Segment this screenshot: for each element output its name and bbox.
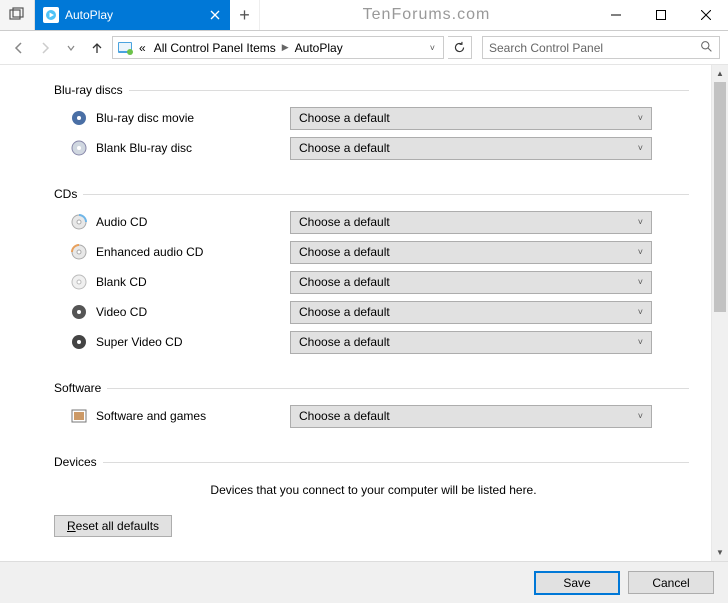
chevron-down-icon: ˅ [638, 143, 643, 153]
breadcrumb-prefix: « [137, 41, 148, 55]
setting-row: Blu-ray disc movie Choose a default˅ [58, 103, 689, 133]
breadcrumb-history-dropdown[interactable]: ˅ [426, 43, 439, 53]
maximize-button[interactable] [638, 0, 683, 30]
footer: Save Cancel [0, 561, 728, 603]
recent-dropdown[interactable] [60, 37, 82, 59]
setting-label: Video CD [96, 305, 282, 319]
refresh-button[interactable] [448, 36, 472, 59]
setting-row: Audio CD Choose a default˅ [58, 207, 689, 237]
action-combobox[interactable]: Choose a default˅ [290, 107, 652, 130]
cancel-button[interactable]: Cancel [628, 571, 714, 594]
new-tab-button[interactable]: + [230, 0, 260, 30]
control-panel-icon [117, 40, 133, 56]
action-combobox[interactable]: Choose a default˅ [290, 241, 652, 264]
chevron-down-icon: ˅ [638, 411, 643, 421]
section-header-software: Software [54, 381, 689, 395]
setting-label: Audio CD [96, 215, 282, 229]
audio-cd-icon [70, 213, 88, 231]
save-button[interactable]: Save [534, 571, 620, 595]
chevron-down-icon: ˅ [638, 217, 643, 227]
video-cd-icon [70, 303, 88, 321]
setting-row: Super Video CD Choose a default˅ [58, 327, 689, 357]
setting-label: Blu-ray disc movie [96, 111, 282, 125]
setting-label: Blank Blu-ray disc [96, 141, 282, 155]
section-header-bluray: Blu-ray discs [54, 83, 689, 97]
setting-label: Super Video CD [96, 335, 282, 349]
close-tab-icon[interactable] [206, 6, 224, 24]
chevron-right-icon[interactable]: ▶ [282, 42, 289, 53]
search-icon [700, 40, 713, 56]
blank-bluray-icon [70, 139, 88, 157]
setting-label: Blank CD [96, 275, 282, 289]
window-controls [593, 0, 728, 30]
forward-button[interactable] [34, 37, 56, 59]
blank-cd-icon [70, 273, 88, 291]
setting-row: Video CD Choose a default˅ [58, 297, 689, 327]
enhanced-cd-icon [70, 243, 88, 261]
content-area: Blu-ray discs Blu-ray disc movie Choose … [0, 65, 728, 561]
breadcrumb[interactable]: « All Control Panel Items ▶ AutoPlay ˅ [112, 36, 444, 59]
tab-switcher-button[interactable] [0, 0, 35, 30]
watermark: TenForums.com [260, 0, 593, 30]
back-button[interactable] [8, 37, 30, 59]
scroll-up-icon[interactable]: ▲ [712, 65, 728, 82]
action-combobox[interactable]: Choose a default˅ [290, 211, 652, 234]
super-video-cd-icon [70, 333, 88, 351]
active-tab[interactable]: AutoPlay [35, 0, 230, 30]
breadcrumb-item[interactable]: AutoPlay [293, 41, 345, 55]
minimize-button[interactable] [593, 0, 638, 30]
autoplay-icon [43, 7, 59, 23]
scroll-down-icon[interactable]: ▼ [712, 544, 728, 561]
section-header-devices: Devices [54, 455, 689, 469]
chevron-down-icon: ˅ [638, 337, 643, 347]
tab-title: AutoPlay [65, 8, 200, 22]
action-combobox[interactable]: Choose a default˅ [290, 301, 652, 324]
vertical-scrollbar[interactable]: ▲ ▼ [711, 65, 728, 561]
setting-row: Enhanced audio CD Choose a default˅ [58, 237, 689, 267]
chevron-down-icon: ˅ [638, 113, 643, 123]
action-combobox[interactable]: Choose a default˅ [290, 137, 652, 160]
setting-row: Blank Blu-ray disc Choose a default˅ [58, 133, 689, 163]
search-placeholder: Search Control Panel [489, 41, 603, 55]
reset-defaults-button[interactable]: Reset all defaults [54, 515, 172, 537]
bluray-movie-icon [70, 109, 88, 127]
chevron-down-icon: ˅ [638, 307, 643, 317]
devices-empty-message: Devices that you connect to your compute… [58, 469, 689, 515]
close-button[interactable] [683, 0, 728, 30]
software-icon [70, 407, 88, 425]
chevron-down-icon: ˅ [638, 247, 643, 257]
search-input[interactable]: Search Control Panel [482, 36, 720, 59]
up-button[interactable] [86, 37, 108, 59]
section-header-cds: CDs [54, 187, 689, 201]
address-bar: « All Control Panel Items ▶ AutoPlay ˅ S… [0, 31, 728, 65]
chevron-down-icon: ˅ [638, 277, 643, 287]
setting-label: Software and games [96, 409, 282, 423]
action-combobox[interactable]: Choose a default˅ [290, 331, 652, 354]
action-combobox[interactable]: Choose a default˅ [290, 271, 652, 294]
titlebar: AutoPlay + TenForums.com [0, 0, 728, 31]
scrollbar-thumb[interactable] [714, 82, 726, 312]
setting-row: Software and games Choose a default˅ [58, 401, 689, 431]
breadcrumb-item[interactable]: All Control Panel Items [152, 41, 278, 55]
setting-row: Blank CD Choose a default˅ [58, 267, 689, 297]
action-combobox[interactable]: Choose a default˅ [290, 405, 652, 428]
setting-label: Enhanced audio CD [96, 245, 282, 259]
